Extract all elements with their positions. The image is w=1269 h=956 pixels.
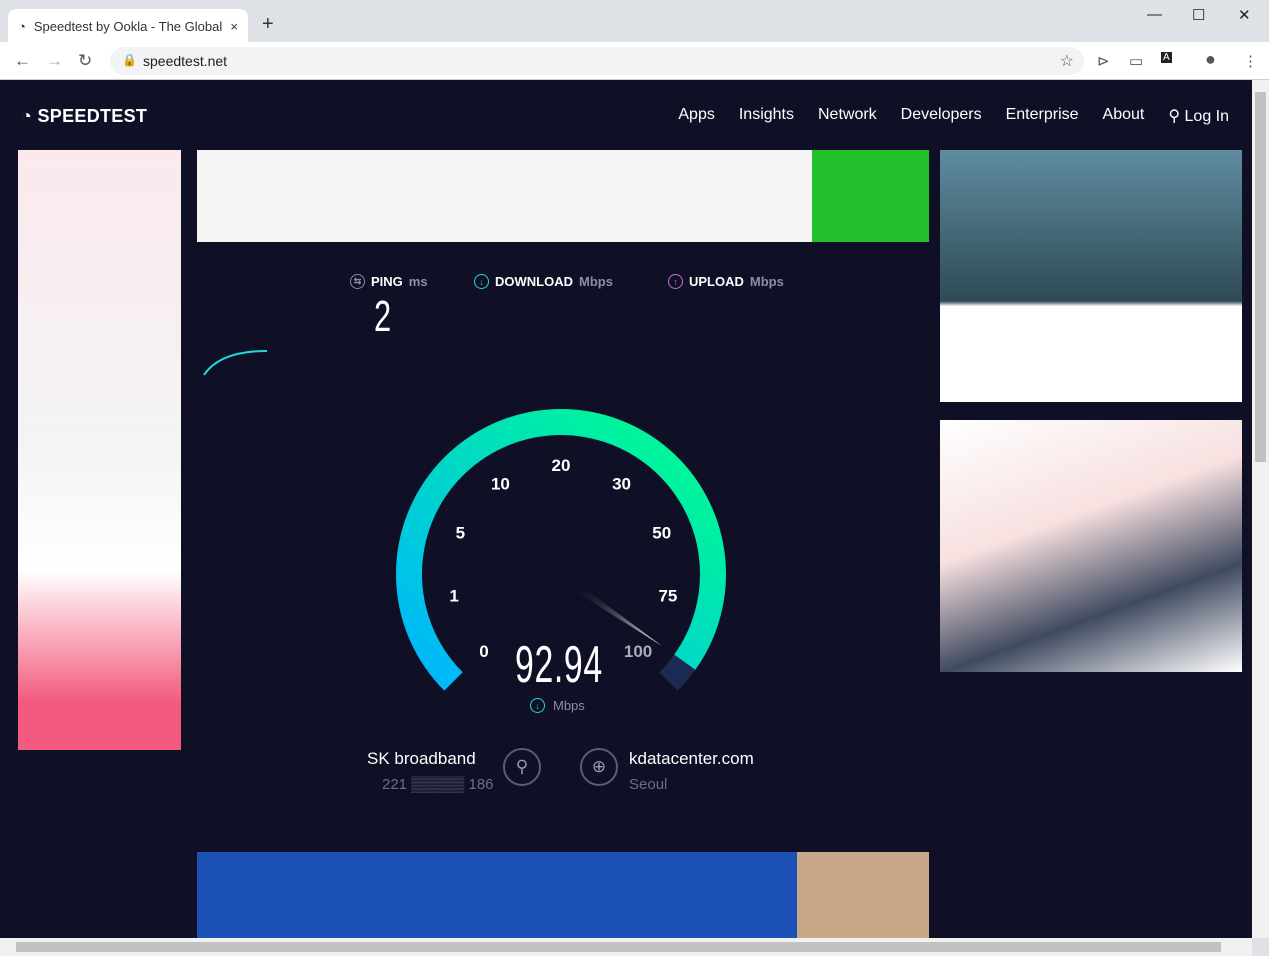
globe-icon[interactable]: ⊕ bbox=[580, 748, 618, 786]
maximize-icon[interactable]: ☐ bbox=[1192, 6, 1205, 24]
isp-name: SK broadband bbox=[367, 749, 476, 768]
gauge-tick-label: 50 bbox=[652, 523, 671, 542]
lock-icon: 🔒 bbox=[122, 53, 137, 67]
url-text: speedtest.net bbox=[143, 53, 228, 69]
extension-icon[interactable]: ▭ bbox=[1129, 52, 1143, 70]
speedometer-icon: ◔ bbox=[18, 18, 26, 34]
gauge-tick-label: 5 bbox=[456, 523, 465, 542]
speed-gauge: 0 1 5 10 20 30 50 75 100 bbox=[203, 350, 726, 691]
extension-icon[interactable]: A bbox=[1161, 52, 1172, 63]
user-icon[interactable]: ⚲ bbox=[503, 748, 541, 786]
gauge-tick-label: 10 bbox=[491, 474, 510, 493]
isp-ip: 221 ▒▒▒▒▒ 186 bbox=[382, 776, 494, 793]
gauge-tick-label: 20 bbox=[552, 456, 571, 475]
reload-icon[interactable]: ↻ bbox=[78, 51, 92, 71]
gauge-tick-label: 1 bbox=[449, 586, 458, 605]
download-graph-line bbox=[203, 350, 268, 376]
vertical-scrollbar[interactable] bbox=[1252, 80, 1269, 938]
speed-unit-label: Mbps bbox=[553, 698, 585, 713]
close-tab-icon[interactable]: × bbox=[230, 19, 238, 34]
title-bar: ◔ Speedtest by Ookla - The Global × + — … bbox=[0, 0, 1269, 43]
close-window-icon[interactable]: ✕ bbox=[1238, 6, 1251, 24]
speed-unit: ↓ Mbps bbox=[530, 698, 585, 713]
gauge-tick-label: 100 bbox=[624, 642, 652, 661]
horizontal-scrollbar[interactable] bbox=[0, 938, 1252, 956]
browser-tab[interactable]: ◔ Speedtest by Ookla - The Global × bbox=[8, 9, 248, 43]
address-bar[interactable]: 🔒 speedtest.net ☆ bbox=[110, 47, 1084, 75]
download-icon: ↓ bbox=[530, 698, 545, 713]
gauge-tick-label: 75 bbox=[658, 586, 677, 605]
server-name[interactable]: kdatacenter.com bbox=[629, 749, 754, 769]
server-location: Seoul bbox=[629, 776, 668, 793]
minimize-icon[interactable]: — bbox=[1147, 6, 1162, 23]
extension-icon[interactable]: ⊳ bbox=[1097, 52, 1110, 70]
profile-icon[interactable]: ● bbox=[1205, 49, 1216, 70]
new-tab-button[interactable]: + bbox=[262, 13, 274, 36]
speedtest-page: ◔ SPEEDTEST Apps Insights Network Develo… bbox=[0, 80, 1252, 938]
browser-toolbar: ← → ↻ 🔒 speedtest.net ☆ ⊳ ▭ A ● ⋮ bbox=[0, 42, 1269, 80]
download-speed-value: 92.94 bbox=[515, 636, 603, 694]
star-icon[interactable]: ☆ bbox=[1060, 51, 1074, 71]
menu-icon[interactable]: ⋮ bbox=[1243, 52, 1258, 70]
forward-icon[interactable]: → bbox=[46, 51, 63, 71]
back-icon[interactable]: ← bbox=[14, 51, 31, 71]
tab-title: Speedtest by Ookla - The Global bbox=[33, 18, 223, 34]
gauge-tick-label: 30 bbox=[612, 474, 631, 493]
gauge-tick-label: 0 bbox=[479, 642, 488, 661]
